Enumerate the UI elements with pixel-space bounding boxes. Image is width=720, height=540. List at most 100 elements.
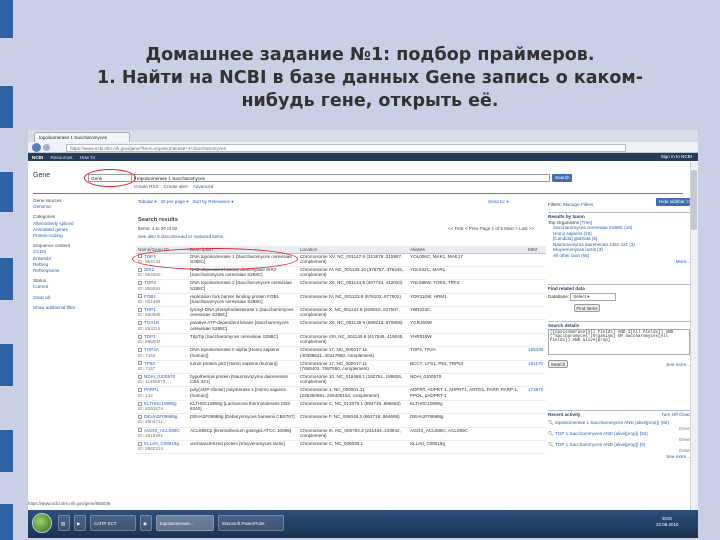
mim-cell[interactable] — [526, 293, 546, 308]
clear-link[interactable]: Clear — [679, 412, 690, 417]
taskbar-app-button[interactable]: ◉ — [140, 515, 152, 531]
table-row[interactable]: PARP1 ID: 142 poly(ADP-ribose) polymerase … — [136, 386, 546, 401]
mim-cell[interactable]: 191170 — [526, 360, 546, 375]
table-row[interactable]: TDP1 ID: 850988 tyrosyl-DNA phosphodiester… — [136, 306, 546, 321]
gene-link[interactable]: KLTH0C10890g — [144, 401, 177, 406]
search-button[interactable]: Search — [552, 174, 572, 182]
table-row[interactable]: TDP1 ID: 855004 TdpTip [Saccharomyces cere… — [136, 333, 546, 348]
back-icon[interactable] — [32, 143, 41, 152]
see-more-link[interactable]: See more... — [548, 362, 690, 368]
table-row[interactable]: TOP2 ID: 856052 DNA topoisomerase 2 [Sacch… — [136, 279, 546, 294]
taskbar-app-button[interactable]: ▶ — [74, 515, 86, 531]
system-clock[interactable]: ENG 22.06.2016 — [656, 516, 679, 528]
row-checkbox[interactable] — [138, 307, 142, 312]
mim-cell[interactable] — [526, 319, 546, 334]
filter-item[interactable]: Alternatively spliced — [33, 221, 75, 227]
gene-link[interactable]: DEHA2F09988g — [144, 414, 177, 419]
sign-in-link[interactable]: Sign in to NCBI — [661, 154, 692, 159]
gene-name-cell[interactable]: NDAI_0J00570 ID: 11496870 — [136, 373, 188, 388]
row-checkbox[interactable] — [138, 414, 142, 419]
mim-cell[interactable] — [526, 306, 546, 321]
row-checkbox[interactable] — [138, 267, 142, 272]
gene-name-cell[interactable]: TDP1 ID: 850988 — [136, 306, 188, 321]
advanced-link[interactable]: Advanced — [193, 184, 213, 189]
table-row[interactable]: AGOS_ACL089C ID: 4619291 ACL089Cp [Eremoth… — [136, 427, 546, 441]
table-row[interactable]: KLTH0C10890g ID: 8291574 KLTH0C10890g [Lac… — [136, 400, 546, 415]
find-items-button[interactable]: Find items — [574, 304, 600, 312]
more-link[interactable]: More... — [548, 259, 690, 265]
taskbar-app-button[interactable]: ▤ — [58, 515, 70, 531]
gene-link[interactable]: TOP2 — [144, 280, 156, 285]
nav-resources[interactable]: Resources — [51, 155, 73, 160]
taskbar-app-button[interactable]: topoisomerase... — [156, 515, 214, 531]
gene-name-cell[interactable]: TP53 ID: 7157 — [136, 360, 188, 375]
row-checkbox[interactable] — [138, 374, 142, 379]
show-additional-filters-link[interactable]: Show additional filters — [33, 305, 75, 311]
gene-link[interactable]: TP53 — [144, 361, 155, 366]
gene-link[interactable]: NDAI_0J00570 — [144, 374, 175, 379]
database-dropdown[interactable]: Select ▾ — [570, 293, 617, 301]
gene-name-cell[interactable]: AGOS_ACL089C ID: 4619291 — [136, 427, 188, 441]
gene-name-cell[interactable]: TOA1R ID: 853115 — [136, 319, 188, 334]
row-checkbox[interactable] — [138, 428, 142, 433]
taskbar-app-button[interactable]: САПР ЕСТ — [90, 515, 136, 531]
gene-name-cell[interactable]: PARP1 ID: 142 — [136, 386, 188, 401]
hide-sidebar-button[interactable]: Hide sidebar >> — [656, 198, 690, 206]
start-button[interactable] — [32, 513, 52, 533]
mim-cell[interactable] — [526, 400, 546, 415]
mim-cell[interactable] — [526, 373, 546, 388]
table-row[interactable]: TOA1R ID: 853115 putative ATP-dependent ki… — [136, 319, 546, 334]
gene-link[interactable]: PARP1 — [144, 387, 159, 392]
gene-link[interactable]: TOA1R — [144, 320, 159, 325]
send-to-menu[interactable]: Send to: ▾ — [488, 199, 509, 205]
gene-name-cell[interactable]: TDP1 ID: 855004 — [136, 333, 188, 348]
scrollbar-thumb[interactable] — [691, 170, 697, 230]
table-row[interactable]: NDAI_0J00570 ID: 11496870 hypothetical pro… — [136, 373, 546, 388]
gene-name-cell[interactable]: FOB1 ID: 851466 — [136, 293, 188, 308]
column-header[interactable]: Aliases — [408, 246, 526, 254]
taskbar-app-button[interactable]: Microsoft PowerPoint — [218, 515, 284, 531]
create-alert-link[interactable]: Create alert — [164, 184, 188, 189]
row-checkbox[interactable] — [138, 388, 142, 393]
gene-name-cell[interactable]: TOP2 ID: 856052 — [136, 279, 188, 294]
discontinued-link[interactable]: See also 6 discontinued or replaced item… — [138, 234, 225, 239]
ncbi-logo[interactable]: NCBI — [32, 155, 43, 160]
mim-cell[interactable]: 126430 — [526, 346, 546, 361]
row-checkbox[interactable] — [138, 321, 142, 326]
row-checkbox[interactable] — [138, 334, 142, 339]
table-row[interactable]: TP53 ID: 7157 tumor protein p53 [Homo sapi… — [136, 360, 546, 375]
gene-link[interactable]: FOB1 — [144, 294, 156, 299]
mim-cell[interactable] — [526, 279, 546, 294]
gene-link[interactable]: TDP1 — [144, 334, 156, 339]
row-checkbox[interactable] — [138, 294, 142, 299]
row-checkbox[interactable] — [138, 441, 142, 446]
row-checkbox[interactable] — [138, 361, 142, 366]
mim-cell[interactable]: 173870 — [526, 386, 546, 401]
nav-howto[interactable]: How To — [80, 155, 95, 160]
row-checkbox[interactable] — [138, 281, 142, 286]
browser-tab[interactable]: topoisomerase 1 Saccharomyces — [34, 132, 130, 142]
column-header[interactable]: Location — [298, 246, 408, 254]
row-checkbox[interactable] — [138, 348, 142, 353]
mim-cell[interactable] — [526, 253, 546, 267]
gene-link[interactable]: KLLA0_C08019g — [144, 441, 179, 446]
url-input[interactable]: https://www.ncbi.nlm.nih.gov/gene/?term=… — [66, 144, 626, 152]
activity-item[interactable]: 🔍︎ topoisomerase 1 Saccharomyces AND (al… — [548, 420, 690, 426]
table-row[interactable]: KLLA0_C08019g ID: 2892214 uncharacterized … — [136, 440, 546, 455]
mim-cell[interactable] — [526, 413, 546, 428]
manage-filters-link[interactable]: Manage Filters — [563, 202, 593, 207]
turn-off-link[interactable]: Turn Off — [661, 412, 678, 417]
see-more-link[interactable]: See more... — [548, 454, 690, 460]
mim-cell[interactable] — [526, 333, 546, 348]
gene-link[interactable]: AGOS_ACL089C — [144, 428, 180, 433]
table-row[interactable]: DEHA2F09988g ID: 2904711 DEHA2F09988g [Deb… — [136, 413, 546, 428]
mim-cell[interactable] — [526, 427, 546, 441]
gene-name-cell[interactable]: DEHA2F09988g ID: 2904711 — [136, 413, 188, 428]
mim-cell[interactable] — [526, 266, 546, 281]
gene-link[interactable]: TDP1 — [144, 307, 156, 312]
per-page-select[interactable]: 20 per page — [161, 199, 186, 204]
gene-link[interactable]: TOP2A — [144, 347, 159, 352]
forward-icon[interactable] — [43, 144, 50, 151]
pager[interactable]: << First < Prev Page 1 of 5 Next > Last … — [448, 226, 534, 231]
search-input[interactable]: topoisomerase 1 Saccharomyces — [134, 174, 550, 182]
